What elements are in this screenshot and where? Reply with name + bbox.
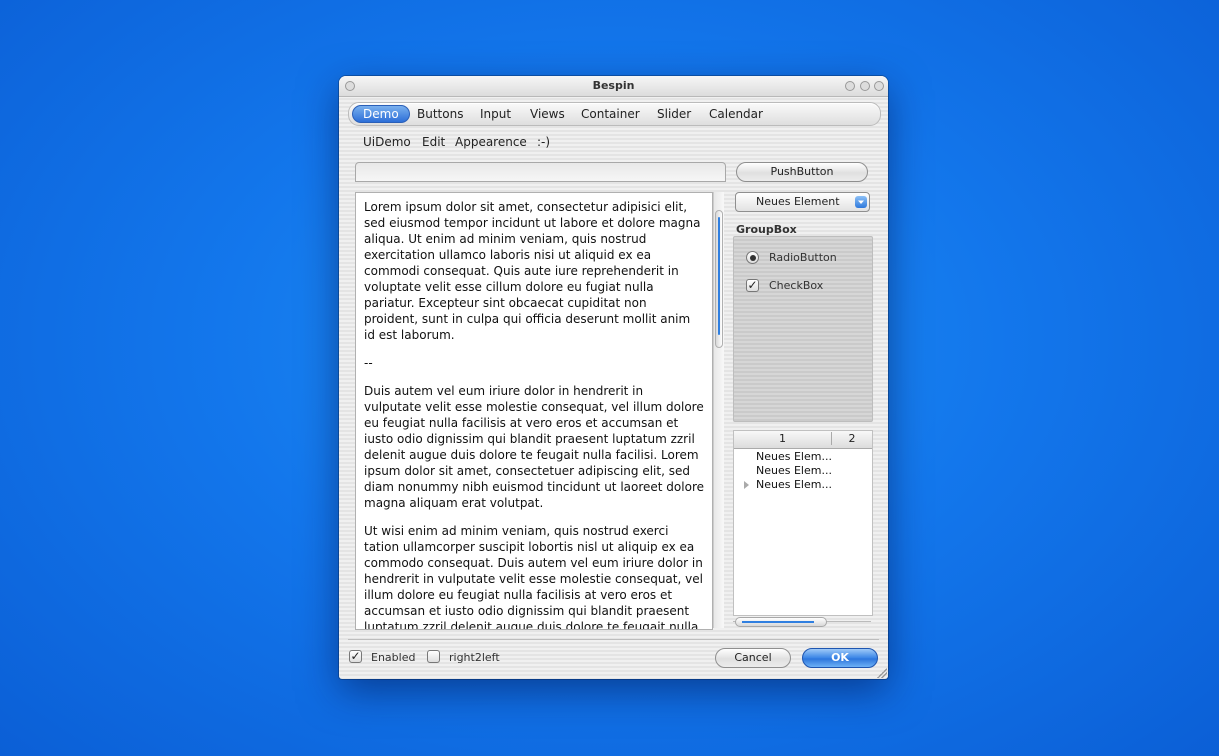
line-edit[interactable] [355,162,726,182]
tab-bar: Demo Buttons Input Views Container Slide… [348,102,881,126]
menu-uidemo[interactable]: UiDemo [363,135,411,149]
column-header-1[interactable]: 1 [734,432,832,445]
tree-item[interactable]: Neues Elem... [756,450,832,463]
text-paragraph: Duis autem vel eum iriure dolor in hendr… [364,384,704,510]
right2left-label[interactable]: right2left [449,651,500,664]
text-editor[interactable]: Lorem ipsum dolor sit amet, consectetur … [355,192,713,630]
expand-arrow-icon[interactable] [744,481,749,489]
footer-divider [348,639,879,640]
tree-item[interactable]: Neues Elem... [756,478,832,491]
checkmark-icon: ✓ [747,278,758,292]
text-separator: -- [364,356,373,370]
menu-smiley[interactable]: :-) [537,135,550,149]
push-button[interactable]: PushButton [736,162,868,182]
radio-dot-icon [750,255,756,261]
title-bar[interactable]: Bespin [339,76,888,97]
cancel-button[interactable]: Cancel [715,648,791,668]
column-header-2[interactable]: 2 [832,432,872,445]
tab-calendar[interactable]: Calendar [705,106,767,122]
minimize-icon[interactable] [845,81,855,91]
groupbox-title: GroupBox [736,223,797,236]
tree-item[interactable]: Neues Elem... [756,464,832,477]
ok-button[interactable]: OK [802,648,878,668]
tab-container[interactable]: Container [577,106,644,122]
checkbox[interactable]: ✓ [746,279,759,292]
element-combobox[interactable]: Neues Element [735,192,870,212]
scrollbar-thumb[interactable] [715,210,723,348]
text-paragraph: Ut wisi enim ad minim veniam, quis nostr… [364,524,703,630]
tree-horizontal-scrollbar[interactable] [733,616,871,628]
groupbox: RadioButton ✓ CheckBox [733,236,873,422]
menu-appearence[interactable]: Appearence [455,135,527,149]
resize-grip-icon[interactable] [877,668,887,678]
tree-header: 1 2 [734,431,872,449]
enabled-label[interactable]: Enabled [371,651,415,664]
enabled-checkbox[interactable]: ✓ [349,650,362,663]
window-title: Bespin [592,79,635,92]
checkmark-icon: ✓ [350,649,361,663]
tab-slider[interactable]: Slider [653,106,695,122]
radio-button-label[interactable]: RadioButton [769,251,837,264]
chevron-down-icon [855,196,867,208]
radio-button[interactable] [746,251,759,264]
combobox-value: Neues Element [756,195,840,208]
tab-input[interactable]: Input [476,106,515,122]
tab-buttons[interactable]: Buttons [413,106,467,122]
menu-edit[interactable]: Edit [422,135,445,149]
text-paragraph: Lorem ipsum dolor sit amet, consectetur … [364,200,701,342]
checkbox-label[interactable]: CheckBox [769,279,823,292]
shade-icon[interactable] [860,81,870,91]
bespin-window: Bespin Demo Buttons Input Views Containe… [339,76,888,679]
tab-views[interactable]: Views [526,106,569,122]
scrollbar-thumb[interactable] [735,617,827,627]
maximize-icon[interactable] [874,81,884,91]
tree-view[interactable]: 1 2 Neues Elem... Neues Elem... Neues El… [733,430,873,616]
text-scrollbar[interactable] [713,192,724,628]
tab-demo[interactable]: Demo [352,105,410,123]
right2left-checkbox[interactable] [427,650,440,663]
